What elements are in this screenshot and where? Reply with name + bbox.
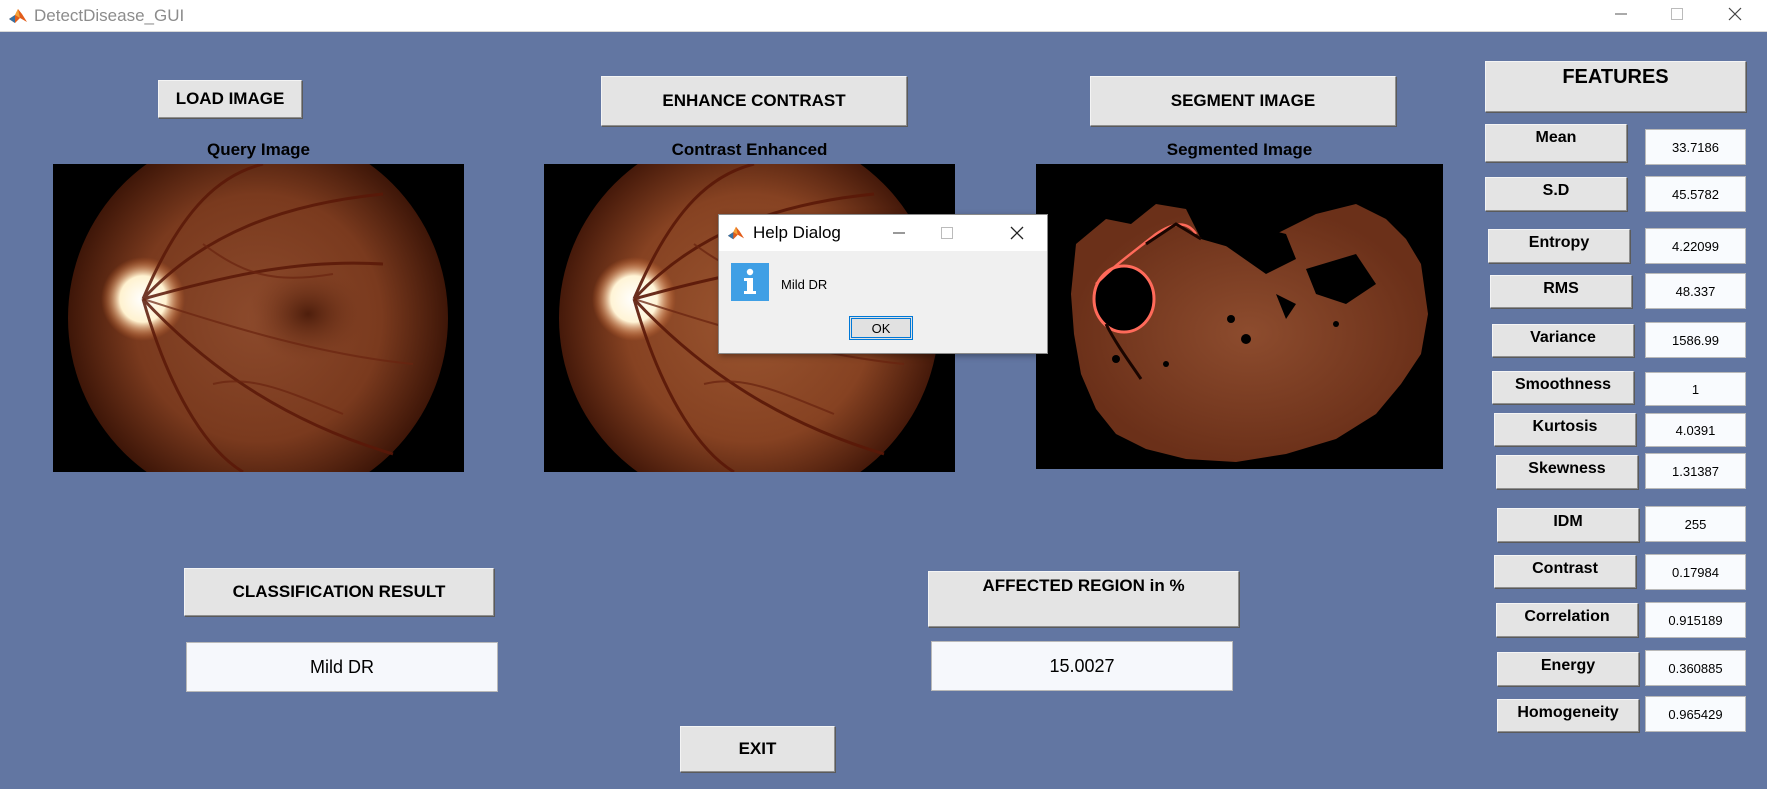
feature-value-idm[interactable]: 255 [1645,506,1746,542]
help-dialog: Help Dialog Mild DR OK [718,214,1048,354]
classification-result-field[interactable]: Mild DR [186,642,498,692]
segmented-fundus-image [1071,204,1428,462]
feature-label-contrast: Contrast [1494,555,1636,588]
feature-value-energy[interactable]: 0.360885 [1645,650,1746,686]
feature-label-correlation: Correlation [1496,603,1638,637]
feature-value-kurtosis[interactable]: 4.0391 [1645,413,1746,447]
close-window-button[interactable] [1708,0,1762,28]
help-dialog-titlebar[interactable]: Help Dialog [719,215,1047,251]
segmented-image-caption: Segmented Image [1166,140,1313,159]
feature-label-mean: Mean [1485,124,1627,162]
feature-label-smoothness: Smoothness [1492,371,1634,404]
maximize-icon [1671,8,1683,20]
window-titlebar: DetectDisease_GUI [0,0,1767,32]
maximize-icon [941,227,953,239]
dialog-minimize-button[interactable] [881,219,917,247]
feature-value-homogeneity[interactable]: 0.965429 [1645,696,1746,732]
query-image-caption: Query Image [207,140,310,159]
matlab-logo-icon [727,226,745,240]
enhance-contrast-button[interactable]: ENHANCE CONTRAST [601,76,907,126]
feature-value-rms[interactable]: 48.337 [1645,273,1746,309]
feature-value-correlation[interactable]: 0.915189 [1645,602,1746,638]
info-glyph-icon [744,268,756,294]
feature-value-smoothness[interactable]: 1 [1645,372,1746,406]
feature-label-idm: IDM [1497,508,1639,542]
minimize-icon [1615,13,1627,15]
affected-region-field[interactable]: 15.0027 [931,641,1233,691]
feature-label-entropy: Entropy [1488,229,1630,263]
feature-value-mean[interactable]: 33.7186 [1645,129,1746,165]
matlab-logo-icon [8,6,28,26]
dialog-maximize-button[interactable] [929,219,965,247]
feature-label-kurtosis: Kurtosis [1494,413,1636,446]
feature-label-homogeneity: Homogeneity [1497,699,1639,732]
minimize-button[interactable] [1594,0,1648,28]
close-icon [1010,226,1024,240]
load-image-button[interactable]: LOAD IMAGE [158,80,302,118]
maximize-button[interactable] [1650,0,1704,28]
feature-value-variance[interactable]: 1586.99 [1645,322,1746,358]
feature-label-skewness: Skewness [1496,455,1638,489]
features-header: FEATURES [1485,61,1746,112]
exit-button[interactable]: EXIT [680,726,835,772]
dialog-close-button[interactable] [999,219,1035,247]
classification-result-button[interactable]: CLASSIFICATION RESULT [184,568,494,616]
figure-client-area: LOAD IMAGE ENHANCE CONTRAST SEGMENT IMAG… [0,32,1767,789]
ok-button[interactable]: OK [849,316,913,340]
feature-value-entropy[interactable]: 4.22099 [1645,228,1746,264]
feature-label-variance: Variance [1492,324,1634,357]
feature-value-contrast[interactable]: 0.17984 [1645,554,1746,590]
close-icon [1728,7,1742,21]
info-icon [731,263,769,301]
feature-label-energy: Energy [1497,652,1639,686]
query-image-axes [53,164,464,472]
segment-image-button[interactable]: SEGMENT IMAGE [1090,76,1396,126]
affected-region-button[interactable]: AFFECTED REGION in % [928,571,1239,627]
retina-fundus-image [68,164,448,472]
segmented-image-axes [1036,164,1443,469]
feature-label-sd: S.D [1485,177,1627,211]
help-dialog-message: Mild DR [781,277,828,292]
contrast-enhanced-caption: Contrast Enhanced [671,140,828,159]
window-title: DetectDisease_GUI [34,6,185,25]
feature-value-skewness[interactable]: 1.31387 [1645,453,1746,489]
minimize-icon [893,232,905,234]
help-dialog-title: Help Dialog [753,223,841,242]
feature-value-sd[interactable]: 45.5782 [1645,176,1746,212]
feature-label-rms: RMS [1490,275,1632,308]
